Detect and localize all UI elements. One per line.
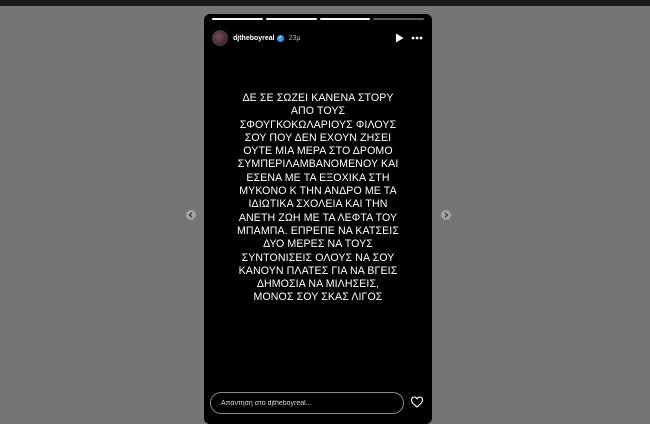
avatar[interactable] bbox=[212, 30, 228, 46]
story-text-line: ΙΔΙΩΤΙΚΑ ΣΧΟΛΕΙΑ ΚΑΙ ΤΗΝ bbox=[248, 198, 388, 211]
next-story-button[interactable] bbox=[441, 210, 451, 220]
chevron-right-icon bbox=[444, 212, 449, 218]
previous-story-button[interactable] bbox=[186, 210, 196, 220]
story-text-line: ΣΥΝΤΟΝΙΣΕΙΣ ΟΛΟΥΣ ΝΑ ΣΟΥ bbox=[241, 251, 395, 264]
story-text: ΔΕ ΣΕ ΣΩΖΕΙ ΚΑΝΕΝΑ ΣΤΟΡΥ ΑΠΟ ΤΟΥΣ ΣΦΟΥΓΚΟΚ… bbox=[208, 92, 428, 305]
progress-fill bbox=[212, 18, 263, 20]
progress-segment bbox=[319, 18, 371, 20]
story-text-line: ΜΠΑΜΠΑ. ΕΠΡΕΠΕ ΝΑ ΚΑΤΣΕΙΣ bbox=[237, 224, 399, 237]
progress-segment bbox=[212, 18, 263, 20]
story-header: djtheboyreal ✓ 23μ bbox=[212, 28, 424, 48]
story-text-line: ΔΕ ΣΕ ΣΩΖΕΙ ΚΑΝΕΝΑ ΣΤΟΡΥ bbox=[242, 92, 394, 104]
story-text-line: ΣΥΜΠΕΡΙΛΑΜΒΑΝΟΜΕΝΟΥ ΚΑΙ bbox=[237, 158, 399, 171]
more-dots-icon[interactable] bbox=[410, 31, 424, 45]
heart-icon[interactable] bbox=[410, 395, 424, 409]
username[interactable]: djtheboyreal bbox=[233, 35, 275, 42]
story-text-line: ΑΝΕΤΗ ΖΩΗ ΜΕ ΤΑ ΛΕΦΤΑ ΤΟΥ bbox=[238, 211, 398, 224]
story-text-line: ΣΦΟΥΓΚΟΚΩΛΑΡΙΟΥΣ ΦΙΛΟΥΣ bbox=[239, 118, 397, 131]
story-viewer: djtheboyreal ✓ 23μ ΔΕ ΣΕ ΣΩΖΕΙ ΚΑΝΕΝΑ ΣΤ… bbox=[0, 6, 650, 424]
progress-fill bbox=[319, 18, 371, 20]
post-time: 23μ bbox=[288, 34, 301, 42]
progress-fill bbox=[265, 18, 317, 20]
play-icon[interactable] bbox=[392, 31, 406, 45]
story-card[interactable]: djtheboyreal ✓ 23μ ΔΕ ΣΕ ΣΩΖΕΙ ΚΑΝΕΝΑ ΣΤ… bbox=[204, 14, 432, 424]
story-progress-bar bbox=[212, 18, 424, 20]
story-text-line: ΔΥΟ ΜΕΡΕΣ ΝΑ ΤΟΥΣ bbox=[263, 238, 373, 251]
reply-field[interactable] bbox=[210, 392, 404, 414]
chevron-left-icon bbox=[188, 212, 193, 218]
story-text-line: ΣΟΥ ΠΟΥ ΔΕΝ ΕΧΟΥΝ ΖΗΣΕΙ bbox=[244, 131, 392, 144]
story-text-line: ΔΗΜΟΣΙΑ ΝΑ ΜΙΛΗΣΕΙΣ, bbox=[256, 278, 380, 291]
story-text-line: ΜΥΚΟΝΟ Κ ΤΗΝ ΑΝΔΡΟ ΜΕ ΤΑ bbox=[239, 185, 397, 198]
story-text-line: ΜΟΝΟΣ ΣΟΥ ΣΚΑΣ ΛΙΓΟΣ bbox=[253, 291, 383, 304]
story-text-line: ΚΑΝΟΥΝ ΠΛΑΤΕΣ ΓΙΑ ΝΑ ΒΓΕΙΣ bbox=[238, 264, 398, 277]
story-text-line: ΟΥΤΕ ΜΙΑ ΜΕΡΑ ΣΤΟ ΔΡΟΜΟ bbox=[243, 145, 393, 158]
story-text-line: ΑΠΟ ΤΟΥΣ bbox=[290, 105, 346, 118]
reply-input[interactable] bbox=[221, 399, 403, 407]
progress-segment bbox=[373, 18, 424, 20]
verified-badge-icon: ✓ bbox=[276, 34, 284, 42]
story-text-line: ΕΣΕΝΑ ΜΕ ΤΑ ΕΞΟΧΙΚΑ ΣΤΗ bbox=[246, 171, 390, 184]
progress-segment bbox=[265, 18, 317, 20]
